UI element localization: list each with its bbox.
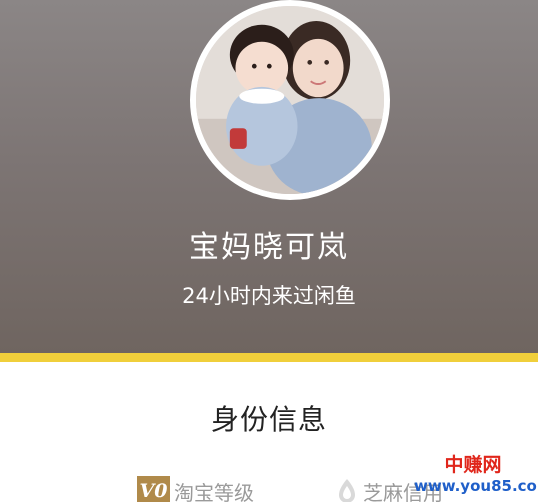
taobao-level-badge[interactable]: V0 淘宝等级 [137, 476, 254, 502]
avatar[interactable] [190, 0, 390, 200]
site-watermark: 中赚网 www.you85.com [414, 454, 538, 500]
identity-section-title: 身份信息 [210, 403, 327, 436]
watermark-site-name: 中赚网 [444, 454, 502, 476]
header-accent-stripe [0, 353, 538, 362]
taobao-level-label: 淘宝等级 [174, 480, 254, 502]
taobao-level-icon: V0 [137, 476, 170, 502]
sesame-credit-icon [339, 479, 355, 502]
nickname: 宝妈晓可岚 [189, 230, 349, 265]
last-active-status: 24小时内来过闲鱼 [182, 284, 356, 308]
avatar-photo [196, 6, 384, 194]
watermark-url: www.you85.com [414, 477, 538, 495]
